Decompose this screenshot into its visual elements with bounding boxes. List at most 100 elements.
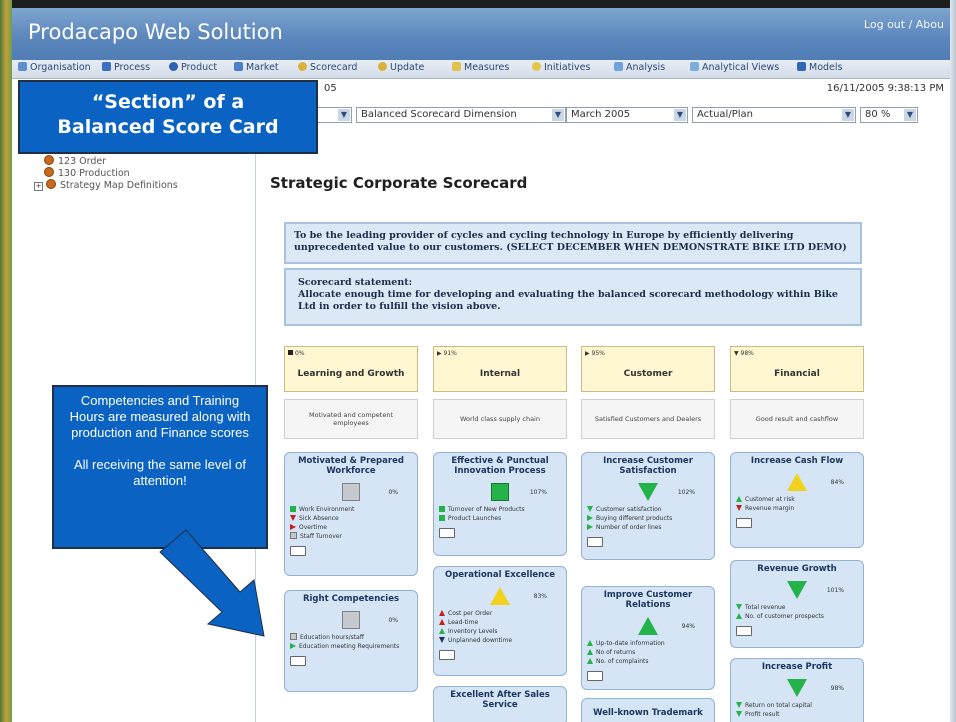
measure-item[interactable]: Customer satisfaction (587, 505, 709, 514)
process-icon (102, 62, 111, 71)
objective-motivated-workforce[interactable]: Motivated & Prepared Workforce 0% Work E… (284, 452, 418, 576)
measure-item[interactable]: Cost per Order (439, 609, 561, 618)
measure-item[interactable]: Up-to-date information (587, 639, 709, 648)
objective-title: Improve Customer Relations (603, 590, 693, 610)
objective-revenue-growth[interactable]: Revenue Growth 101% Total revenue No. of… (730, 560, 864, 648)
status-up-triangle-icon (439, 618, 445, 625)
objective-increase-profit[interactable]: Increase Profit 98% Return on total capi… (730, 658, 864, 722)
details-icon[interactable] (587, 670, 603, 681)
chevron-down-icon: ▼ (674, 109, 686, 121)
menu-models[interactable]: Models (797, 62, 842, 73)
mode-select[interactable]: Actual/Plan ▼ (692, 107, 856, 123)
measure-label: Overtime (299, 523, 327, 531)
objective-after-sales-service[interactable]: Excellent After Sales Service (433, 686, 567, 722)
status-square-grey-icon (342, 482, 360, 501)
menu-label: Product (181, 62, 218, 73)
details-icon[interactable] (736, 517, 752, 528)
measure-item[interactable]: Turnover of New Products (439, 505, 561, 514)
measure-item[interactable]: Number of order lines (587, 523, 709, 532)
measure-item[interactable]: No of returns (587, 648, 709, 657)
measure-item[interactable]: Total revenue (736, 603, 858, 612)
measure-item[interactable]: Buying different products (587, 514, 709, 523)
tree-item-label: Strategy Map Definitions (60, 180, 178, 191)
objective-pct: 84% (830, 478, 844, 486)
menu-organisation[interactable]: Organisation (18, 62, 91, 73)
menu-process[interactable]: Process (102, 62, 150, 73)
menu-market[interactable]: Market (234, 62, 279, 73)
menu-initiatives[interactable]: Initiatives (532, 62, 590, 73)
status-triangle-down-green-icon (787, 678, 807, 697)
measure-label: Number of order lines (596, 523, 662, 531)
perspective-learning-growth[interactable]: 0% Learning and Growth (284, 346, 418, 392)
analysis-icon (614, 62, 623, 71)
threshold-select[interactable]: 80 % ▼ (860, 107, 918, 123)
measure-item[interactable]: No. of complaints (587, 657, 709, 666)
measure-label: Education hours/staff (300, 633, 364, 641)
status-up-triangle-icon (587, 657, 593, 664)
objective-right-competencies[interactable]: Right Competencies 0% Education hours/st… (284, 590, 418, 692)
details-icon[interactable] (439, 527, 455, 538)
chevron-down-icon: ▼ (904, 109, 916, 121)
objective-innovation-process[interactable]: Effective & Punctual Innovation Process … (433, 452, 567, 556)
status-square-green-icon (491, 482, 509, 501)
menu-scorecard[interactable]: Scorecard (298, 62, 357, 73)
measure-item[interactable]: Revenue margin (736, 504, 858, 513)
perspective-customer[interactable]: ▶ 95% Customer (581, 346, 715, 392)
status-triangle-down-green-icon (638, 482, 658, 501)
tree-item-strategy-maps[interactable]: + Strategy Map Definitions (34, 179, 254, 191)
menu-analysis[interactable]: Analysis (614, 62, 665, 73)
details-icon[interactable] (736, 625, 752, 636)
measure-item[interactable]: Overtime (290, 523, 412, 532)
objective-well-known-trademark[interactable]: Well-known Trademark (581, 698, 715, 722)
market-icon (234, 62, 243, 71)
measure-item[interactable]: Staff Turnover (290, 531, 412, 541)
tree-item-order[interactable]: 123 Order (34, 155, 254, 167)
measure-item[interactable]: Return on total capital (736, 701, 858, 710)
measure-item[interactable]: No. of customer prospects (736, 612, 858, 621)
measure-item[interactable]: Unplanned downtime (439, 636, 561, 645)
perspective-indicator: 0% (288, 350, 305, 357)
measure-item[interactable]: Education meeting Requirements (290, 642, 412, 651)
logout-link[interactable]: Log out / Abou (864, 18, 944, 31)
measure-item[interactable]: Inventory Levels (439, 627, 561, 636)
perspective-internal[interactable]: ▶ 91% Internal (433, 346, 567, 392)
objective-operational-excellence[interactable]: Operational Excellence 83% Cost per Orde… (433, 566, 567, 676)
slide: Prodacapo Web Solution Log out / Abou Or… (0, 0, 956, 722)
objective-customer-relations[interactable]: Improve Customer Relations 94% Up-to-dat… (581, 586, 715, 690)
objective-pct: 102% (677, 488, 695, 496)
select-value: Balanced Scorecard Dimension (361, 109, 517, 120)
status-square-grey-icon (342, 610, 360, 629)
measure-item[interactable]: Work Environment (290, 505, 412, 514)
status-square-icon (288, 350, 293, 355)
details-icon[interactable] (439, 649, 455, 660)
slide-left-decoration (0, 0, 12, 722)
measure-item[interactable]: Profit result (736, 710, 858, 719)
measure-item[interactable]: Customer at risk (736, 495, 858, 504)
menu-product[interactable]: Product (169, 62, 217, 73)
objective-customer-satisfaction[interactable]: Increase Customer Satisfaction 102% Cust… (581, 452, 715, 560)
details-icon[interactable] (290, 545, 306, 556)
measure-item[interactable]: Product Launches (439, 514, 561, 523)
menu-analytical-views[interactable]: Analytical Views (690, 62, 779, 73)
tree-item-label: 130 Production (58, 168, 130, 179)
measure-item[interactable]: Sick Absence (290, 514, 412, 523)
objective-pct: 107% (529, 488, 547, 496)
status-triangle-yellow-icon (490, 586, 510, 605)
measure-item[interactable]: Education hours/staff (290, 632, 412, 642)
dimension-select[interactable]: Balanced Scorecard Dimension ▼ (356, 107, 566, 123)
organisation-icon (18, 62, 27, 71)
menu-update[interactable]: Update (378, 62, 424, 73)
perspective-financial[interactable]: ▼ 98% Financial (730, 346, 864, 392)
menu-measures[interactable]: Measures (452, 62, 509, 73)
objective-increase-cash-flow[interactable]: Increase Cash Flow 84% Customer at risk … (730, 452, 864, 548)
details-icon[interactable] (290, 655, 306, 666)
measure-label: Product Launches (448, 514, 502, 522)
tree-item-production[interactable]: 130 Production (34, 167, 254, 179)
status-up-triangle-icon (587, 648, 593, 655)
expand-icon[interactable]: + (34, 182, 43, 191)
measure-item[interactable]: Lead-time (439, 618, 561, 627)
status-down-triangle-icon (736, 701, 742, 708)
details-icon[interactable] (587, 536, 603, 547)
perspective-indicator: ▼ 98% (734, 350, 754, 357)
month-select[interactable]: March 2005 ▼ (566, 107, 688, 123)
